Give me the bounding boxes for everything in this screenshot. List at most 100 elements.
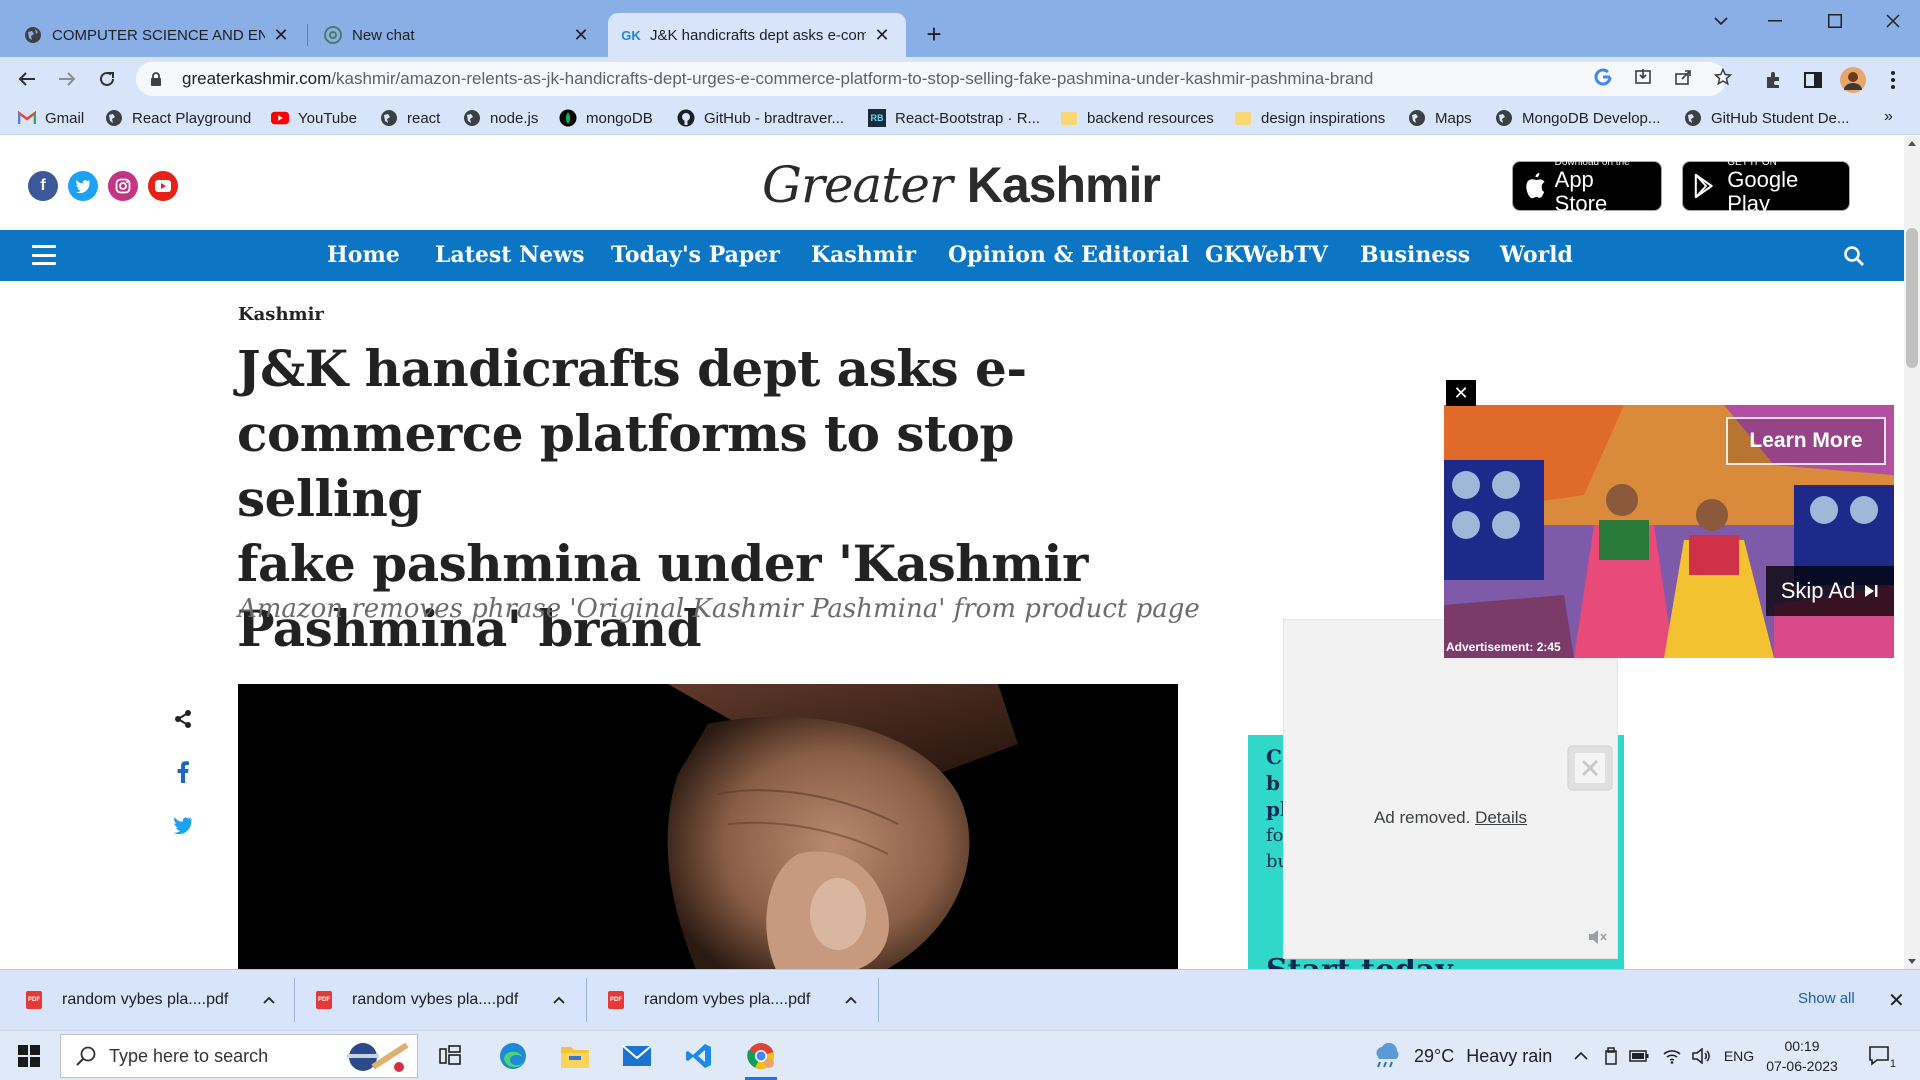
mail-icon[interactable] xyxy=(617,1036,657,1076)
profile-avatar[interactable] xyxy=(1840,67,1866,93)
chevron-up-icon[interactable] xyxy=(844,993,858,1007)
app-store-button[interactable]: Download on the App Store xyxy=(1512,157,1662,215)
mute-icon[interactable] xyxy=(1587,928,1609,950)
chevron-up-icon[interactable] xyxy=(1570,1045,1592,1067)
twitter-icon[interactable] xyxy=(68,171,98,201)
bookmark-label: Maps xyxy=(1435,109,1472,127)
nav-kashmir[interactable]: Kashmir xyxy=(811,242,916,268)
nav-home[interactable]: Home xyxy=(327,242,400,268)
wifi-icon[interactable] xyxy=(1661,1045,1683,1067)
nav-opinion-editorial[interactable]: Opinion & Editorial xyxy=(948,242,1189,268)
close-window-button[interactable] xyxy=(1870,6,1916,36)
browser-menu-icon[interactable] xyxy=(1880,68,1906,92)
chrome-icon[interactable] xyxy=(741,1036,781,1080)
bookmark-gmail[interactable]: Gmail xyxy=(18,108,84,128)
bookmark-label: GitHub - bradtraver... xyxy=(704,109,845,127)
input-language[interactable]: ENG xyxy=(1722,1045,1756,1067)
bookmark-mongodb[interactable]: mongoDB xyxy=(559,108,653,128)
learn-more-button[interactable]: Learn More xyxy=(1726,417,1886,465)
instagram-icon[interactable] xyxy=(108,171,138,201)
download-separator xyxy=(878,978,879,1022)
close-downloads-icon[interactable]: ✕ xyxy=(1888,988,1905,1013)
task-view-icon[interactable] xyxy=(430,1036,470,1076)
chevron-up-icon[interactable] xyxy=(262,993,276,1007)
usb-device-icon[interactable] xyxy=(1600,1045,1622,1067)
nav-gkwebtv[interactable]: GKWebTV xyxy=(1205,242,1328,268)
address-bar[interactable]: greaterkashmir.com/kashmir/amazon-relent… xyxy=(136,62,1726,96)
nav-business[interactable]: Business xyxy=(1360,242,1470,268)
volume-icon[interactable] xyxy=(1690,1045,1712,1067)
install-app-icon[interactable] xyxy=(1632,66,1654,88)
notification-center-icon[interactable]: 1 xyxy=(1868,1044,1896,1070)
bookmark-maps[interactable]: Maps xyxy=(1408,108,1472,128)
taskbar-search-input[interactable]: Type here to search xyxy=(60,1034,418,1078)
scroll-up-icon[interactable] xyxy=(1904,136,1920,152)
share-page-icon[interactable] xyxy=(1672,66,1694,88)
bookmark-react-bootstrap[interactable]: RB React-Bootstrap · R... xyxy=(868,108,1040,128)
bookmark-mongodb-developer[interactable]: MongoDB Develop... xyxy=(1495,108,1660,128)
bookmarks-overflow-button[interactable]: » xyxy=(1884,108,1893,126)
nav-world[interactable]: World xyxy=(1500,242,1573,268)
bookmark-folder-backend[interactable]: backend resources xyxy=(1060,108,1214,128)
download-separator xyxy=(294,978,295,1022)
scroll-down-icon[interactable] xyxy=(1904,953,1920,969)
tab-article[interactable]: GK J&K handicrafts dept asks e-commerce … xyxy=(608,13,906,57)
system-clock[interactable]: 00:19 07-06-2023 xyxy=(1762,1036,1842,1076)
rain-cloud-icon xyxy=(1376,1043,1399,1068)
download-item[interactable]: PDF random vybes pla....pdf xyxy=(608,970,858,1030)
windows-taskbar: Type here to search 29°C Heavy rain ENG … xyxy=(0,1030,1920,1080)
close-ad-icon[interactable]: ✕ xyxy=(1446,380,1476,406)
download-separator xyxy=(586,978,587,1022)
facebook-share-icon[interactable] xyxy=(170,759,196,785)
weather-widget[interactable]: 29°C Heavy rain xyxy=(1372,1043,1552,1069)
new-tab-button[interactable]: + xyxy=(920,19,948,49)
side-panel-icon[interactable] xyxy=(1800,68,1826,92)
maximize-button[interactable] xyxy=(1812,6,1858,36)
article-category[interactable]: Kashmir xyxy=(238,304,324,325)
minimize-button[interactable] xyxy=(1752,6,1798,36)
edge-icon[interactable] xyxy=(493,1036,533,1076)
google-play-button[interactable]: GET IT ON Google Play xyxy=(1682,157,1850,215)
tab-search-icon[interactable] xyxy=(1698,6,1744,36)
search-icon[interactable] xyxy=(1843,245,1865,267)
hamburger-menu-icon[interactable] xyxy=(32,245,56,265)
facebook-icon[interactable]: f xyxy=(28,171,58,201)
file-explorer-icon[interactable] xyxy=(555,1036,595,1076)
close-tab-icon[interactable]: ✕ xyxy=(872,25,892,45)
download-item[interactable]: PDF random vybes pla....pdf xyxy=(316,970,566,1030)
close-tab-icon[interactable]: ✕ xyxy=(571,25,591,45)
youtube-icon[interactable] xyxy=(148,171,178,201)
bookmark-github[interactable]: GitHub - bradtraver... xyxy=(677,108,844,128)
bookmark-github-student[interactable]: GitHub Student De... xyxy=(1684,108,1849,128)
close-tab-icon[interactable]: ✕ xyxy=(271,25,291,45)
windows-start-icon[interactable] xyxy=(18,1045,40,1067)
bookmark-nodejs[interactable]: node.js xyxy=(463,108,538,128)
bookmark-react[interactable]: react xyxy=(380,108,440,128)
bookmark-star-icon[interactable] xyxy=(1712,66,1734,88)
bookmark-folder-design[interactable]: design inspirations xyxy=(1234,108,1385,128)
download-item[interactable]: PDF random vybes pla....pdf xyxy=(26,970,276,1030)
reload-button[interactable] xyxy=(92,64,122,94)
nav-latest-news[interactable]: Latest News xyxy=(435,242,585,268)
scrollbar-thumb[interactable] xyxy=(1906,228,1918,368)
show-all-downloads-link[interactable]: Show all xyxy=(1798,990,1855,1007)
bookmarks-bar: Gmail React Playground YouTube react nod… xyxy=(0,101,1920,135)
tab-new-chat[interactable]: New chat ✕ xyxy=(310,13,605,57)
share-icon[interactable] xyxy=(170,706,196,732)
back-button[interactable] xyxy=(12,64,42,94)
battery-icon[interactable] xyxy=(1628,1045,1650,1067)
google-translate-icon[interactable] xyxy=(1592,66,1614,88)
lock-icon[interactable] xyxy=(150,71,168,87)
skip-ad-button[interactable]: Skip Ad xyxy=(1766,566,1894,616)
bookmark-react-playground[interactable]: React Playground xyxy=(105,108,251,128)
tab-cse[interactable]: COMPUTER SCIENCE AND ENGINEERING ✕ xyxy=(10,13,305,57)
bookmark-youtube[interactable]: YouTube xyxy=(271,108,357,128)
ad-details-link[interactable]: Details xyxy=(1475,808,1527,827)
forward-button[interactable] xyxy=(52,64,82,94)
extensions-icon[interactable] xyxy=(1760,68,1786,92)
site-logo[interactable]: Greater Kashmir xyxy=(762,156,1161,214)
vscode-icon[interactable] xyxy=(679,1036,719,1076)
twitter-share-icon[interactable] xyxy=(170,812,196,838)
nav-todays-paper[interactable]: Today's Paper xyxy=(611,242,780,268)
chevron-up-icon[interactable] xyxy=(552,993,566,1007)
